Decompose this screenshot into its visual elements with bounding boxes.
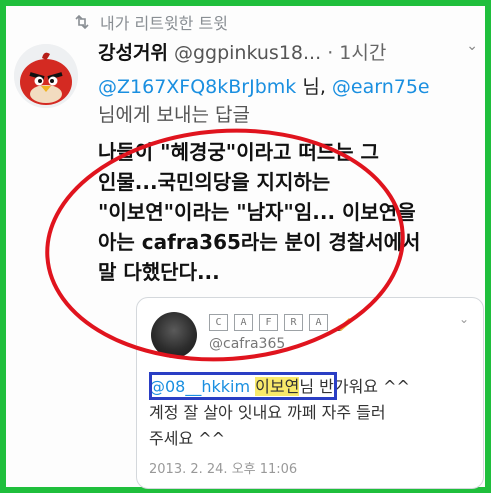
author-name[interactable]: 강성거위	[98, 42, 168, 64]
reply-mention-2[interactable]: @earn75e	[332, 76, 430, 98]
quoted-tweet[interactable]: C A F R A @cafra365 ⌄ @08__hkkim 이보연님 반가…	[136, 297, 484, 489]
tweet-line: 인물...국민의당을 지지하는	[98, 170, 331, 194]
tweet-line: "이보연"이라는 "남자"임... 이보연을	[98, 200, 416, 224]
logo-letter: F	[259, 314, 278, 331]
angry-bird-avatar-icon	[14, 44, 78, 108]
annotation-box	[149, 372, 337, 400]
quoted-avatar[interactable]	[151, 312, 197, 358]
reply-suffix: 님,	[296, 76, 332, 98]
reply-to-label: 님에게 보내는 답글	[98, 104, 250, 126]
tweet-body: 나들이 "혜경궁"이라고 떠드는 그 인물...국민의당을 지지하는 "이보연"…	[98, 137, 478, 287]
chevron-down-icon[interactable]: ⌄	[459, 312, 469, 326]
author-avatar[interactable]	[14, 44, 78, 108]
retweet-context[interactable]: 내가 리트윗한 트윗	[74, 10, 228, 34]
reply-mention-1[interactable]: @Z167XFQ8kBrJbmk	[98, 76, 296, 98]
pencil-icon	[336, 317, 353, 331]
tweet-line: 아는 cafra365라는 분이 경찰서에서	[98, 230, 421, 254]
author-handle[interactable]: @ggpinkus18...	[174, 42, 321, 64]
quoted-handle[interactable]: @cafra365	[209, 336, 285, 352]
separator-dot: ·	[327, 42, 334, 64]
logo-letter: A	[309, 314, 328, 331]
quoted-line-3: 주세요 ^^	[149, 429, 226, 448]
quoted-line-1: @08__hkkim 이보연님 반가워요 ^^	[149, 372, 479, 400]
tweet-line: 말 다했단다...	[98, 260, 220, 284]
tweet-line: 나들이 "혜경궁"이라고 떠드는 그	[98, 140, 379, 164]
logo-letter: C	[209, 314, 228, 331]
retweet-icon	[75, 15, 89, 29]
tweet-time[interactable]: 1시간	[339, 42, 386, 64]
quoted-date: 2013. 2. 24. 오후 11:06	[149, 462, 298, 477]
logo-letter: A	[234, 314, 253, 331]
chevron-down-icon[interactable]: ⌄	[466, 38, 478, 54]
quoted-body: @08__hkkim 이보연님 반가워요 ^^ 계정 잘 살아 잇내요 까페 자…	[149, 372, 479, 452]
reply-to-line: @Z167XFQ8kBrJbmk 님, @earn75e	[98, 72, 478, 99]
quoted-line-2: 계정 잘 살아 잇내요 까페 자주 들러	[149, 403, 386, 422]
logo-letter: R	[284, 314, 303, 331]
retweet-label: 내가 리트윗한 트윗	[100, 14, 228, 33]
tweet-header: 강성거위 @ggpinkus18... · 1시간 ⌄	[98, 38, 478, 64]
cafra-logo: C A F R A	[209, 314, 356, 331]
